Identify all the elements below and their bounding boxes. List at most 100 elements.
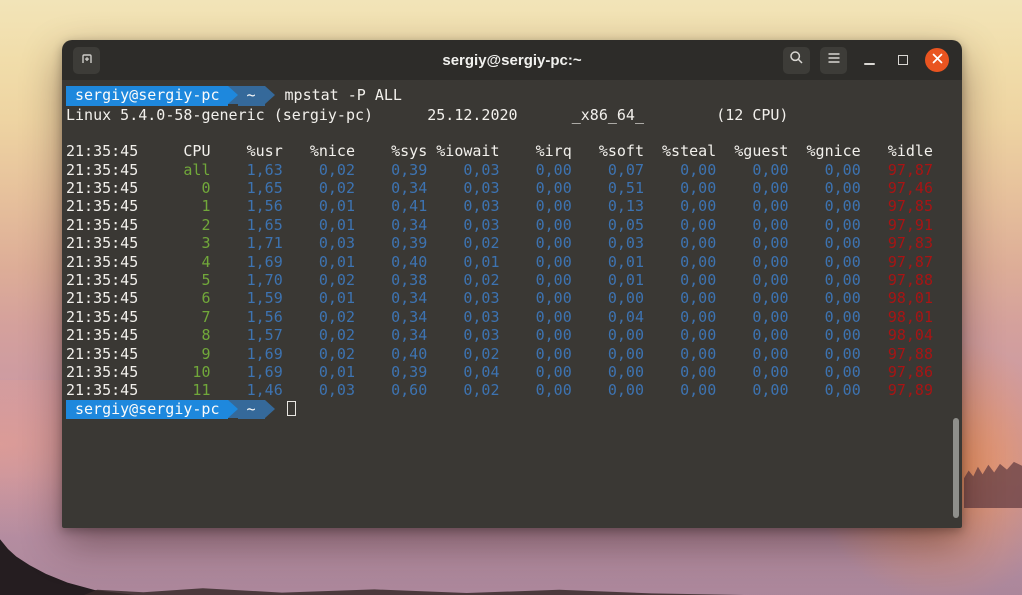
value-cell: 0,00 (571, 381, 644, 400)
value-cell: 0,00 (499, 381, 572, 400)
time-cell: 21:35:45 (66, 362, 139, 381)
value-cell: 0,00 (644, 179, 717, 198)
value-cell: 0,01 (427, 252, 500, 271)
prompt-user-host: sergiy@sergiy-pc (66, 399, 228, 420)
value-cell: 0,00 (644, 271, 717, 290)
search-icon (789, 50, 804, 70)
menu-button[interactable] (820, 46, 847, 74)
stat-row: 21:35:45 9 1,69 0,02 0,40 0,02 0,00 0,00… (66, 345, 962, 363)
value-cell: 1,57 (210, 326, 283, 345)
cpu-cell: 1 (138, 197, 211, 216)
time-cell: 21:35:45 (66, 252, 139, 271)
value-cell: 0,03 (427, 160, 500, 179)
value-cell: 0,39 (355, 234, 428, 253)
terminal-content-area[interactable]: sergiy@sergiy-pc ~ mpstat -P ALL Linux 5.4… (62, 80, 962, 528)
value-cell: 0,00 (644, 197, 717, 216)
terminal-window: sergiy@sergiy-pc:~ sergiy@sergiy-pc ~ mp… (62, 40, 962, 528)
titlebar[interactable]: sergiy@sergiy-pc:~ (62, 40, 962, 80)
command-text: mpstat -P ALL (284, 86, 402, 104)
value-cell: 0,00 (716, 362, 789, 381)
value-cell: 0,00 (499, 326, 572, 345)
idle-cell: 97,91 (860, 215, 933, 234)
cpu-cell: 4 (138, 252, 211, 271)
value-cell: 0,00 (499, 344, 572, 363)
value-cell: 0,00 (716, 215, 789, 234)
time-cell: 21:35:45 (66, 160, 139, 179)
value-cell: 1,56 (210, 307, 283, 326)
value-cell: 0,00 (499, 252, 572, 271)
idle-cell: 97,86 (860, 362, 933, 381)
idle-cell: 97,46 (860, 179, 933, 198)
value-cell: 0,00 (644, 160, 717, 179)
value-cell: 0,00 (716, 344, 789, 363)
close-button[interactable] (925, 48, 949, 72)
value-cell: 0,00 (716, 289, 789, 308)
value-cell: 0,00 (499, 362, 572, 381)
value-cell: 1,46 (210, 381, 283, 400)
idle-cell: 97,88 (860, 271, 933, 290)
value-cell: 0,01 (282, 362, 355, 381)
stat-row: 21:35:45 5 1,70 0,02 0,38 0,02 0,00 0,01… (66, 271, 962, 289)
cpu-cell: 8 (138, 326, 211, 345)
value-cell: 0,01 (571, 252, 644, 271)
new-tab-icon (79, 50, 95, 71)
time-cell: 21:35:45 (66, 381, 139, 400)
idle-cell: 97,87 (860, 160, 933, 179)
value-cell: 0,00 (716, 381, 789, 400)
value-cell: 0,00 (716, 197, 789, 216)
value-cell: 0,03 (427, 289, 500, 308)
value-cell: 0,60 (355, 381, 428, 400)
stat-row: 21:35:45 6 1,59 0,01 0,34 0,03 0,00 0,00… (66, 289, 962, 307)
scrollbar-thumb[interactable] (953, 418, 959, 518)
value-cell: 0,00 (644, 252, 717, 271)
hamburger-menu-icon (827, 51, 841, 69)
prompt-cwd: ~ (237, 399, 265, 420)
value-cell: 1,69 (210, 344, 283, 363)
value-cell: 0,04 (427, 362, 500, 381)
value-cell: 0,03 (282, 234, 355, 253)
idle-cell: 97,87 (860, 252, 933, 271)
cpu-cell: 11 (138, 381, 211, 400)
value-cell: 0,00 (788, 179, 861, 198)
value-cell: 1,65 (210, 179, 283, 198)
stats-rows: 21:35:45 all 1,63 0,02 0,39 0,03 0,00 0,… (66, 161, 962, 400)
value-cell: 0,00 (499, 160, 572, 179)
value-cell: 0,01 (282, 215, 355, 234)
value-cell: 0,40 (355, 344, 428, 363)
value-cell: 0,00 (716, 252, 789, 271)
value-cell: 0,00 (788, 271, 861, 290)
stat-row: 21:35:45 3 1,71 0,03 0,39 0,02 0,00 0,03… (66, 234, 962, 252)
value-cell: 0,00 (644, 362, 717, 381)
idle-cell: 98,01 (860, 307, 933, 326)
value-cell: 0,00 (716, 234, 789, 253)
maximize-button[interactable] (891, 48, 915, 72)
powerline-arrow-icon (264, 86, 275, 104)
value-cell: 0,13 (571, 197, 644, 216)
cpu-cell: 10 (138, 362, 211, 381)
time-cell: 21:35:45 (66, 179, 139, 198)
value-cell: 0,04 (571, 307, 644, 326)
value-cell: 0,00 (788, 215, 861, 234)
value-cell: 0,03 (571, 234, 644, 253)
value-cell: 0,00 (499, 215, 572, 234)
value-cell: 0,40 (355, 252, 428, 271)
time-cell: 21:35:45 (66, 344, 139, 363)
time-cell: 21:35:45 (66, 307, 139, 326)
value-cell: 0,00 (788, 160, 861, 179)
value-cell: 0,02 (282, 307, 355, 326)
value-cell: 1,63 (210, 160, 283, 179)
value-cell: 0,00 (788, 326, 861, 345)
value-cell: 0,00 (644, 381, 717, 400)
text-cursor (286, 400, 296, 416)
value-cell: 0,00 (644, 234, 717, 253)
new-tab-button[interactable] (73, 46, 100, 74)
value-cell: 0,02 (282, 179, 355, 198)
value-cell: 0,00 (716, 326, 789, 345)
prompt-line-bottom: sergiy@sergiy-pc ~ (66, 399, 962, 420)
value-cell: 0,00 (571, 326, 644, 345)
minimize-button[interactable] (857, 48, 881, 72)
value-cell: 1,65 (210, 215, 283, 234)
search-button[interactable] (783, 46, 810, 74)
stats-header-line: 21:35:45 CPU %usr %nice %sys %iowait %ir… (66, 142, 933, 161)
value-cell: 0,01 (571, 271, 644, 290)
